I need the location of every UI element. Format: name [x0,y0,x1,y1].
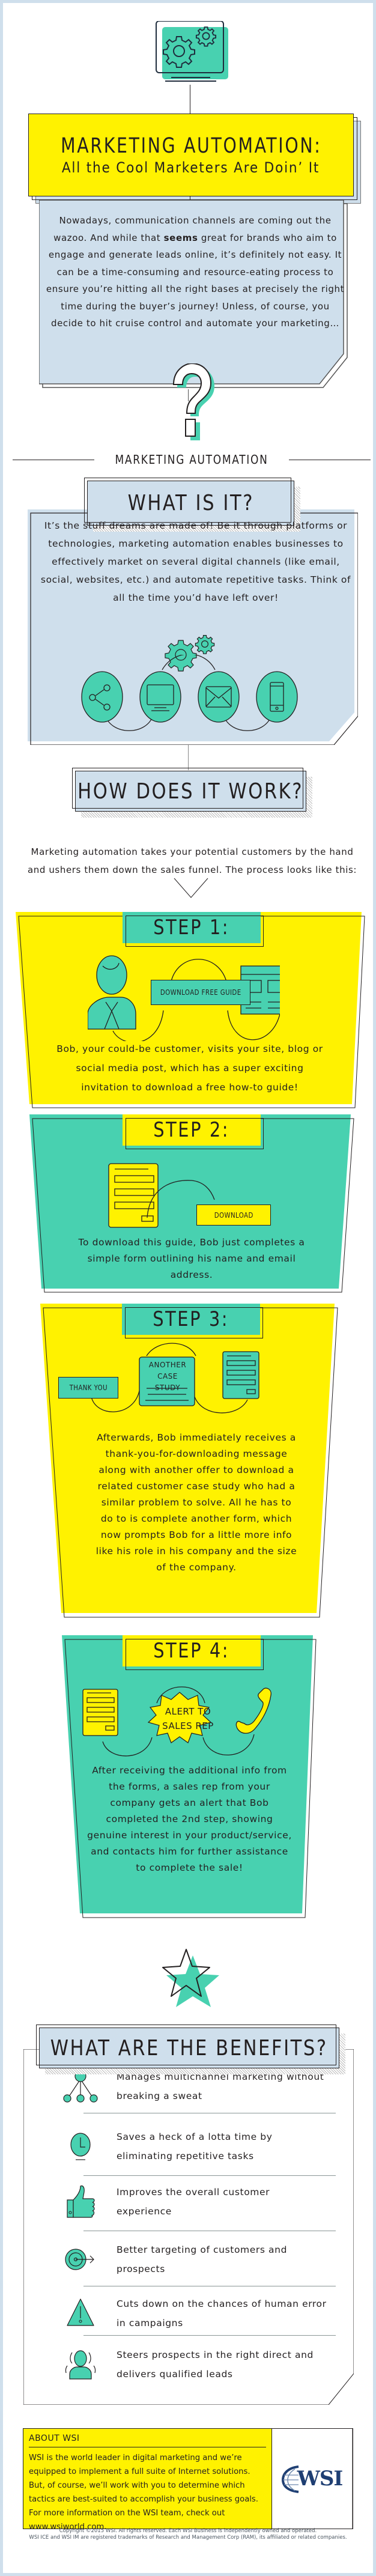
section-label: MARKETING AUTOMATION [13,451,371,469]
case-study-label: ANOTHER CASE STUDY [148,1361,187,1392]
step-2-label: STEP 2: [153,1118,230,1142]
how-it-works-intro: Marketing automation takes your potentia… [27,846,357,875]
form-icon [82,1689,118,1736]
step-4-card: STEP 4: ALERT TO SALES REP After receivi… [62,1635,320,1918]
step-4-text: After receiving the additional info from… [87,1765,292,1873]
download-button[interactable]: DOWNLOAD [196,1204,271,1226]
connector-line [188,745,189,770]
benefit-text: Better targeting of customers and prospe… [117,2244,288,2274]
divider [83,2175,336,2176]
step-1-card: STEP 1: DOWNLOAD FREE GUIDE Bob, your co… [16,912,368,1108]
phone-icon [235,1687,271,1734]
star-icon [162,1949,219,2007]
benefit-text: Saves a heck of a lotta time by eliminat… [117,2131,273,2161]
copyright: Copyright ©2015 WSI. All rights reserved… [3,2528,373,2541]
step-2-text: To download this guide, Bob just complet… [78,1237,305,1280]
infographic-frame: MARKETING AUTOMATION: All the Cool Marke… [0,0,376,2576]
target-icon [65,2249,94,2270]
step-3-text: Afterwards, Bob immediately receives a t… [96,1432,297,1573]
benefit-item: Steers prospects in the right direct and… [62,2345,327,2384]
how-it-works-header: HOW DOES IT WORK? [72,768,312,818]
monitor-gears-icon [156,21,228,82]
channels-diagram [81,655,298,731]
download-free-guide-button[interactable]: DOWNLOAD FREE GUIDE [151,980,250,1005]
benefit-text: Improves the overall customer experience [117,2187,270,2217]
benefit-item: Saves a heck of a lotta time by eliminat… [62,2127,327,2166]
alert-badge-text: ALERT TO SALES REP [162,1706,214,1731]
copyright-line-1: Copyright ©2015 WSI. All rights reserved… [59,2528,317,2534]
question-mark-icon [172,363,214,440]
warning-icon [67,2298,94,2326]
step-3-card: STEP 3: THANK YOU ANOTHER CASE STUDY Aft… [40,1304,341,1618]
step-4-label: STEP 4: [153,1639,230,1663]
copyright-line-2: WSI ICE and WSI IM are registered tradem… [29,2535,347,2541]
benefits-panel: Manages multichannel marketing without b… [23,2049,354,2405]
wsi-logo-text: WSI [297,2467,344,2491]
page-subtitle: All the Cool Marketers Are Doin’ It [62,159,320,176]
thank-you-button[interactable]: THANK YOU [58,1377,118,1399]
benefit-item: Cuts down on the chances of human error … [62,2294,327,2333]
chevron-down-icon [174,878,208,898]
page-title: MARKETING AUTOMATION: [60,134,322,158]
benefit-item: Improves the overall customer experience [62,2183,327,2221]
what-is-it-text: It’s the stuff dreams are made of! Be it… [40,520,351,603]
thumbs-up-icon [67,2185,95,2218]
benefit-text: Steers prospects in the right direct and… [117,2350,314,2380]
step-1-label: STEP 1: [153,916,230,940]
step-1-text: Bob, your could-be customer, visits your… [56,1043,323,1093]
step-2-card: STEP 2: DOWNLOAD To download this guide,… [29,1114,354,1293]
benefit-text: Cuts down on the chances of human error … [117,2298,327,2328]
intro-note: Nowadays, communication channels are com… [39,200,348,389]
title-banner: MARKETING AUTOMATION: All the Cool Marke… [28,114,361,204]
mobile-phone-icon [256,671,298,723]
intro-text: Nowadays, communication channels are com… [46,215,345,329]
benefit-item: Better targeting of customers and prospe… [62,2240,327,2279]
infographic-page: MARKETING AUTOMATION: All the Cool Marke… [3,3,373,2573]
envelope-icon [198,671,240,723]
clock-icon [70,2133,91,2160]
step-3-label: STEP 3: [153,1307,229,1331]
about-text: WSI is the world leader in digital marke… [29,2453,258,2532]
person-icon [65,2350,96,2380]
person-icon [88,955,136,1030]
about-title: ABOUT WSI [29,2434,266,2447]
benefits-header: WHAT ARE THE BENEFITS? [36,2025,345,2074]
divider [83,2335,336,2336]
about-wsi-box: ABOUT WSI WSI is the world leader in dig… [23,2428,353,2532]
section-label-text: MARKETING AUTOMATION [115,452,268,467]
form-icon [222,1351,259,1399]
wsi-logo: WSI [272,2429,353,2529]
share-icon [81,671,123,723]
monitor-icon [139,671,181,723]
